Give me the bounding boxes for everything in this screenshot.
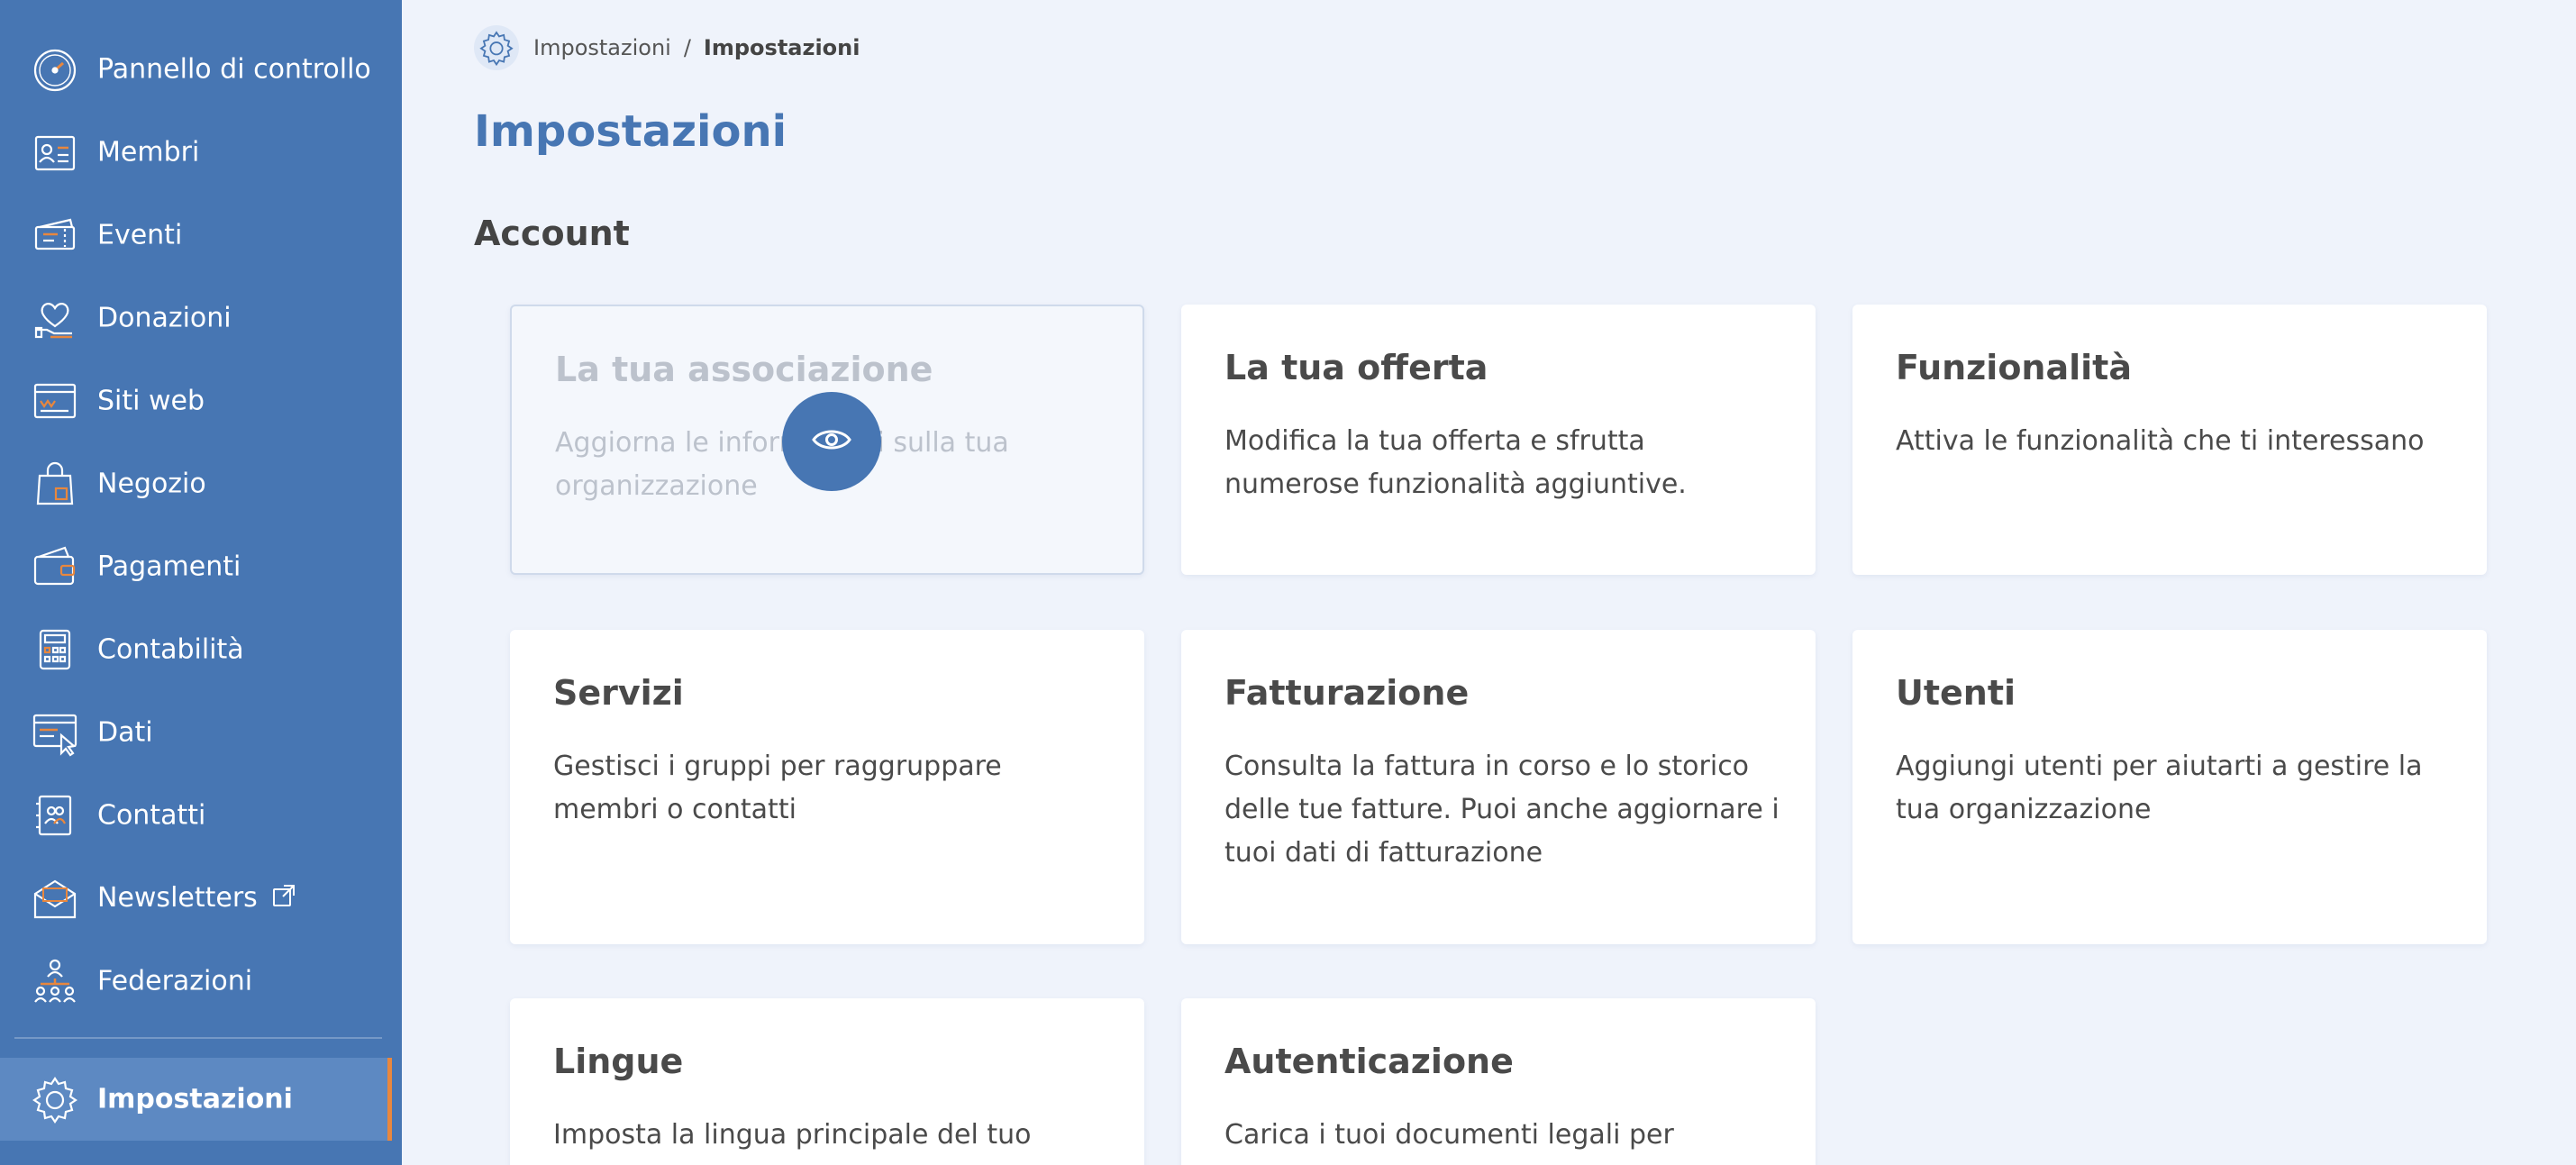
contacts-icon (31, 791, 79, 840)
website-icon (31, 377, 79, 425)
sidebar-item-eventi[interactable]: Eventi (0, 195, 389, 276)
external-link-icon (272, 883, 296, 915)
sidebar-item-donazioni[interactable]: Donazioni (0, 278, 389, 359)
sidebar-item-newsletters[interactable]: Newsletters (0, 858, 389, 939)
breadcrumb-parent-link[interactable]: Impostazioni (533, 35, 671, 60)
breadcrumb-current: Impostazioni (703, 35, 860, 60)
sidebar-item-contabilita[interactable]: Contabilità (0, 609, 389, 690)
card-autenticazione[interactable]: Autenticazione Carica i tuoi documenti l… (1181, 998, 1816, 1165)
sidebar-item-pagamenti[interactable]: Pagamenti (0, 526, 389, 607)
envelope-icon (31, 874, 79, 923)
app: Pannello di controllo Membri Eventi Dona… (0, 0, 2576, 1165)
card-description: Modifica la tua offerta e sfrutta numero… (1224, 425, 1687, 500)
sidebar-item-label: Pagamenti (97, 551, 241, 583)
newsletters-label: Newsletters (97, 882, 258, 914)
calculator-icon (31, 625, 79, 674)
sidebar-item-label: Impostazioni (97, 1083, 293, 1115)
sidebar-item-siti-web[interactable]: Siti web (0, 360, 389, 441)
sidebar-item-label: Dati (97, 716, 153, 749)
sidebar-item-label: Pannello di controllo (97, 53, 371, 86)
card-title: La tua associazione (555, 350, 933, 389)
sidebar: Pannello di controllo Membri Eventi Dona… (0, 0, 402, 1165)
card-fatturazione[interactable]: Fatturazione Consulta la fattura in cors… (1181, 630, 1816, 944)
sidebar-item-dati[interactable]: Dati (0, 692, 389, 773)
sidebar-item-membri[interactable]: Membri (0, 112, 389, 193)
card-description: Carica i tuoi documenti legali per (1224, 1119, 1674, 1151)
heart-hand-icon (31, 294, 79, 342)
sidebar-item-label: Negozio (97, 468, 206, 500)
card-title: Fatturazione (1224, 673, 1470, 713)
gear-icon (31, 1075, 79, 1124)
shopping-bag-icon (31, 460, 79, 508)
sidebar-item-label: Membri (97, 136, 200, 168)
sidebar-item-impostazioni[interactable]: Impostazioni (0, 1058, 389, 1141)
sidebar-item-label: Federazioni (97, 965, 253, 997)
card-title: La tua offerta (1224, 348, 1488, 387)
sidebar-item-pannello-di-controllo[interactable]: Pannello di controllo (0, 29, 389, 110)
card-la-tua-offerta[interactable]: La tua offerta Modifica la tua offerta e… (1181, 305, 1816, 575)
card-title: Utenti (1896, 673, 2016, 713)
sidebar-item-label: Contatti (97, 799, 206, 832)
breadcrumb-separator: / (683, 35, 691, 60)
sidebar-item-label: Contabilità (97, 633, 244, 666)
sidebar-item-label: Newsletters (97, 882, 296, 915)
member-card-icon (31, 128, 79, 177)
card-title: Funzionalità (1896, 348, 2132, 387)
card-description: Attiva le funzionalità che ti interessan… (1896, 425, 2425, 457)
card-description: Consulta la fattura in corso e lo storic… (1224, 751, 1780, 869)
ticket-icon (31, 211, 79, 259)
card-description: Aggiungi utenti per aiutarti a gestire l… (1896, 751, 2423, 825)
active-indicator (387, 1058, 392, 1141)
sidebar-item-label: Eventi (97, 219, 183, 251)
eye-icon (812, 426, 851, 457)
data-screen-icon (31, 708, 79, 757)
sidebar-item-federazioni[interactable]: Federazioni (0, 941, 389, 1022)
card-la-tua-associazione[interactable]: La tua associazione Aggiorna le informaz… (510, 305, 1144, 575)
federation-icon (31, 957, 79, 1006)
card-description: Imposta la lingua principale del tuo (553, 1119, 1032, 1151)
breadcrumb: Impostazioni / Impostazioni (474, 25, 860, 70)
card-title: Servizi (553, 673, 684, 713)
page-title: Impostazioni (474, 106, 787, 157)
sidebar-item-negozio[interactable]: Negozio (0, 443, 389, 524)
dashboard-gauge-icon (31, 45, 79, 94)
card-funzionalita[interactable]: Funzionalità Attiva le funzionalità che … (1852, 305, 2487, 575)
card-title: Lingue (553, 1042, 684, 1081)
card-description: Gestisci i gruppi per raggruppare membri… (553, 751, 1002, 825)
sidebar-item-contatti[interactable]: Contatti (0, 775, 389, 856)
sidebar-divider (14, 1037, 382, 1039)
card-title: Autenticazione (1224, 1042, 1514, 1081)
view-button[interactable] (782, 392, 881, 491)
sidebar-item-label: Siti web (97, 385, 205, 417)
gear-icon (474, 25, 519, 70)
wallet-icon (31, 542, 79, 591)
card-utenti[interactable]: Utenti Aggiungi utenti per aiutarti a ge… (1852, 630, 2487, 944)
sidebar-item-label: Donazioni (97, 302, 232, 334)
main-content: Impostazioni / Impostazioni Impostazioni… (402, 0, 2576, 1165)
card-lingue[interactable]: Lingue Imposta la lingua principale del … (510, 998, 1144, 1165)
section-title: Account (474, 214, 630, 253)
card-servizi[interactable]: Servizi Gestisci i gruppi per raggruppar… (510, 630, 1144, 944)
